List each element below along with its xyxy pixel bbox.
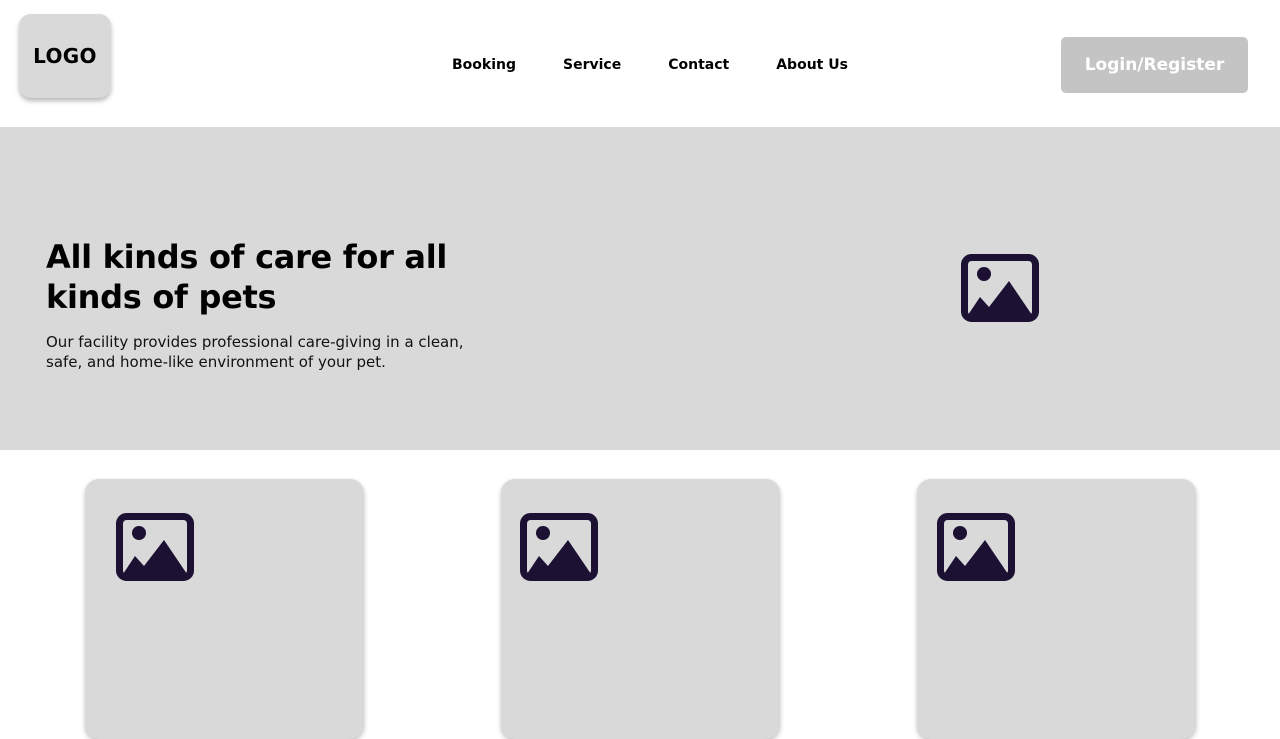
main-nav: Booking Service Contact About Us: [452, 56, 848, 74]
logo[interactable]: LOGO: [19, 14, 111, 98]
image-placeholder-icon: [937, 513, 1015, 581]
hero-section: All kinds of care for all kinds of pets …: [0, 127, 1280, 450]
image-placeholder-icon: [116, 513, 194, 581]
nav-link-booking[interactable]: Booking: [452, 57, 516, 73]
nav-link-service[interactable]: Service: [563, 57, 621, 73]
image-placeholder-icon: [520, 513, 598, 581]
feature-card-1[interactable]: [85, 479, 364, 739]
login-register-button[interactable]: Login/Register: [1061, 37, 1248, 93]
hero-title: All kinds of care for all kinds of pets: [46, 238, 448, 316]
hero-description: Our facility provides professional care-…: [46, 333, 464, 371]
nav-link-contact[interactable]: Contact: [668, 57, 729, 73]
feature-card-2[interactable]: [501, 479, 780, 739]
nav-link-about-us[interactable]: About Us: [776, 57, 848, 73]
feature-card-3[interactable]: [917, 479, 1196, 739]
image-placeholder-icon: [961, 254, 1039, 322]
site-header: LOGO Booking Service Contact About Us Lo…: [0, 0, 1280, 127]
